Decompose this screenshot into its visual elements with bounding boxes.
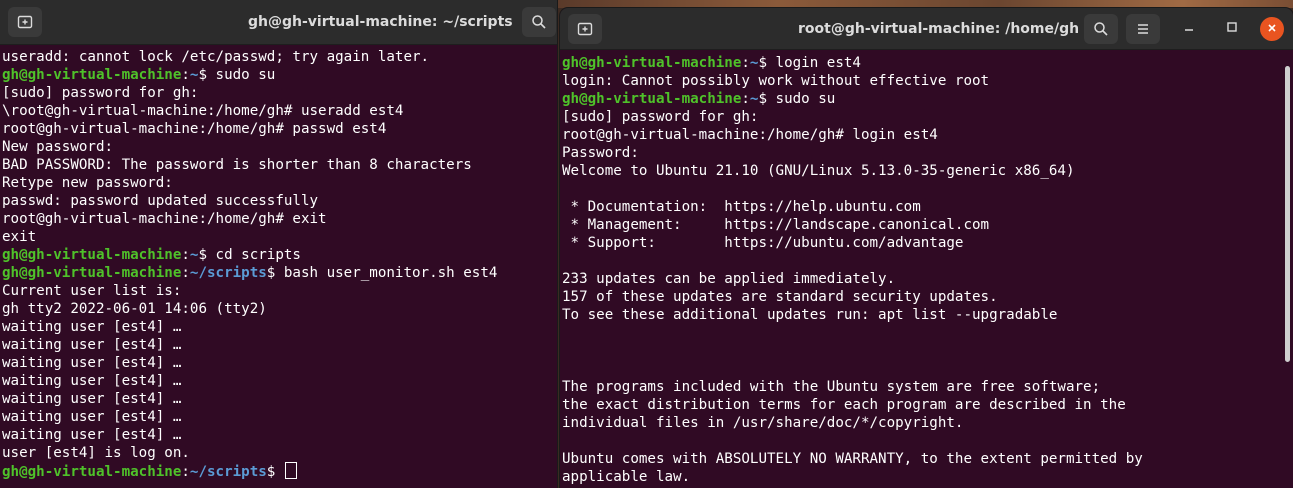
new-tab-button[interactable] (568, 14, 602, 44)
prompt-line: gh@gh-virtual-machine:~$ login est4 (562, 54, 1291, 72)
menu-button[interactable] (1126, 14, 1160, 44)
close-icon (1267, 21, 1277, 37)
maximize-button[interactable] (1220, 17, 1244, 41)
terminal-output[interactable]: useradd: cannot lock /etc/passwd; try ag… (0, 45, 557, 488)
terminal-window-left[interactable]: gh@gh-virtual-machine: ~/scripts useradd… (0, 0, 557, 488)
prompt-path: ~/scripts (189, 265, 267, 281)
window-title: root@gh-virtual-machine: /home/gh (798, 20, 1080, 37)
search-icon (531, 14, 547, 30)
prompt-user: gh@gh-virtual-machine (562, 55, 742, 71)
prompt-user: gh@gh-virtual-machine (2, 265, 182, 281)
prompt-command: $ bash user_monitor.sh est4 (266, 265, 498, 281)
output-line: waiting user [est4] … (2, 337, 182, 353)
window-title: gh@gh-virtual-machine: ~/scripts (248, 14, 513, 30)
prompt-separator: : (741, 91, 750, 107)
output-line: The programs included with the Ubuntu sy… (562, 379, 1101, 395)
output-line: individual files in /usr/share/doc/*/cop… (562, 415, 964, 431)
search-button[interactable] (522, 7, 556, 37)
titlebar[interactable]: root@gh-virtual-machine: /home/gh (560, 8, 1293, 50)
output-line: Ubuntu comes with ABSOLUTELY NO WARRANTY… (562, 451, 1143, 467)
titlebar[interactable]: gh@gh-virtual-machine: ~/scripts (0, 0, 557, 45)
desktop-background (557, 0, 1293, 8)
output-line: To see these additional updates run: apt… (562, 307, 1058, 323)
prompt-user: gh@gh-virtual-machine (562, 91, 742, 107)
prompt-separator: : (181, 265, 190, 281)
output-line: \root@gh-virtual-machine:/home/gh# usera… (2, 103, 404, 119)
prompt-line: gh@gh-virtual-machine:~$ sudo su (562, 90, 1291, 108)
output-line: waiting user [est4] … (2, 427, 182, 443)
output-line: passwd: password updated successfully (2, 193, 319, 209)
output-line: the exact distribution terms for each pr… (562, 397, 1126, 413)
output-line: [sudo] password for gh: (562, 109, 759, 125)
prompt-separator: : (741, 55, 750, 71)
output-line: 157 of these updates are standard securi… (562, 289, 998, 305)
output-line: BAD PASSWORD: The password is shorter th… (2, 157, 472, 173)
terminal-window-right[interactable]: root@gh-virtual-machine: /home/gh gh@gh-… (560, 8, 1293, 488)
prompt-separator: : (181, 67, 190, 83)
terminal-output[interactable]: gh@gh-virtual-machine:~$ login est4 login… (560, 50, 1293, 488)
output-line: New password: (2, 139, 114, 155)
output-line: Current user list is: (2, 283, 182, 299)
output-line: waiting user [est4] … (2, 373, 182, 389)
prompt-path: ~/scripts (189, 464, 267, 480)
output-line: user [est4] is log on. (2, 445, 190, 461)
search-button[interactable] (1084, 14, 1118, 44)
prompt-command: $ (266, 464, 284, 480)
output-line: Password: (562, 145, 639, 161)
output-line: * Support: https://ubuntu.com/advantage (562, 235, 964, 251)
prompt-command: $ sudo su (198, 67, 276, 83)
text-cursor (284, 462, 297, 479)
output-line: root@gh-virtual-machine:/home/gh# passwd… (2, 121, 387, 137)
output-line: [sudo] password for gh: (2, 85, 199, 101)
search-icon (1093, 21, 1109, 37)
prompt-user: gh@gh-virtual-machine (2, 464, 182, 480)
output-line: root@gh-virtual-machine:/home/gh# exit (2, 211, 327, 227)
output-line: waiting user [est4] … (2, 391, 182, 407)
new-tab-button[interactable] (8, 7, 42, 37)
hamburger-menu-icon (1136, 22, 1150, 36)
scrollbar[interactable] (1285, 66, 1290, 362)
prompt-command: $ cd scripts (198, 247, 301, 263)
prompt-command: $ login est4 (758, 55, 861, 71)
output-line: * Management: https://landscape.canonica… (562, 217, 990, 233)
minimize-icon (1183, 21, 1195, 37)
output-line: 233 updates can be applied immediately. (562, 271, 896, 287)
output-line: applicable law. (562, 469, 691, 485)
prompt-line: gh@gh-virtual-machine:~/scripts$ (2, 462, 555, 480)
output-line: waiting user [est4] … (2, 355, 182, 371)
output-line: gh tty2 2022-06-01 14:06 (tty2) (2, 301, 267, 317)
output-line: waiting user [est4] … (2, 409, 182, 425)
prompt-command: $ sudo su (758, 91, 836, 107)
new-tab-icon (577, 21, 593, 37)
maximize-icon (1226, 21, 1238, 37)
prompt-user: gh@gh-virtual-machine (2, 247, 182, 263)
output-line: * Documentation: https://help.ubuntu.com (562, 199, 921, 215)
prompt-line: gh@gh-virtual-machine:~/scripts$ bash us… (2, 264, 555, 282)
output-line: Welcome to Ubuntu 21.10 (GNU/Linux 5.13.… (562, 163, 1075, 179)
output-line: waiting user [est4] … (2, 319, 182, 335)
minimize-button[interactable] (1177, 17, 1201, 41)
prompt-separator: : (181, 464, 190, 480)
output-line: root@gh-virtual-machine:/home/gh# login … (562, 127, 938, 143)
prompt-separator: : (181, 247, 190, 263)
new-tab-icon (17, 14, 33, 30)
output-line: exit (2, 229, 37, 245)
output-line: Retype new password: (2, 175, 173, 191)
output-line: useradd: cannot lock /etc/passwd; try ag… (2, 49, 430, 65)
prompt-line: gh@gh-virtual-machine:~$ cd scripts (2, 246, 555, 264)
close-button[interactable] (1260, 17, 1284, 41)
output-line: login: Cannot possibly work without effe… (562, 73, 990, 89)
prompt-line: gh@gh-virtual-machine:~$ sudo su (2, 66, 555, 84)
prompt-user: gh@gh-virtual-machine (2, 67, 182, 83)
